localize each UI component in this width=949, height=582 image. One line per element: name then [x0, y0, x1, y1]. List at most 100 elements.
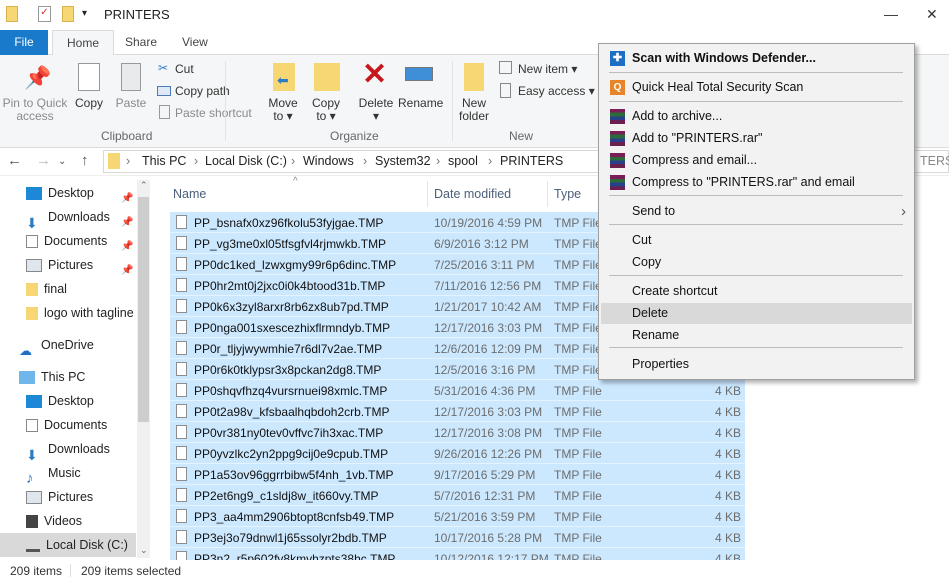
easy-access-icon — [500, 83, 511, 98]
file-row[interactable]: PP2et6ng9_c1sldj8w_it660vy.TMP 5/7/2016 … — [170, 485, 745, 506]
file-type: TMP File — [554, 216, 602, 230]
back-button[interactable]: ← — [7, 152, 22, 169]
menu-item-rename[interactable]: Rename — [601, 325, 912, 346]
breadcrumb-windows[interactable]: Windows — [303, 154, 354, 168]
menu-item-send-to[interactable]: Send to › — [601, 201, 912, 222]
menu-item-label: Compress to "PRINTERS.rar" and email — [632, 175, 855, 189]
paste-shortcut-button[interactable]: Paste shortcut — [175, 106, 252, 120]
breadcrumb-system32[interactable]: System32 — [375, 154, 431, 168]
file-row[interactable]: PP1a53ov96ggrrbibw5f4nh_1vb.TMP 9/17/201… — [170, 464, 745, 485]
file-name: PP0r_tljyjwywmhie7r6dl7v2ae.TMP — [194, 342, 383, 356]
file-row[interactable]: PP0yvzlkc2yn2ppg9cij0e9cpub.TMP 9/26/201… — [170, 443, 745, 464]
menu-item-scan-with-windows-defender[interactable]: ✚ Scan with Windows Defender... — [601, 48, 912, 69]
paste-button[interactable]: Paste — [114, 97, 148, 110]
copy-button[interactable]: Copy — [72, 97, 106, 110]
copy-to-button[interactable]: Copy to ▾ — [308, 97, 344, 123]
up-button[interactable]: ↑ — [81, 152, 89, 169]
desktop-icon — [26, 187, 42, 201]
sidebar-item-final[interactable]: final — [26, 277, 136, 301]
divider — [225, 61, 226, 141]
menu-item-create-shortcut[interactable]: Create shortcut — [601, 281, 912, 302]
close-button[interactable]: ✕ — [926, 6, 938, 23]
file-row[interactable]: PP0shqvfhzq4vursrnuei98xmlc.TMP 5/31/201… — [170, 380, 745, 401]
move-to-icon: ⬅ — [273, 63, 295, 91]
sidebar-item-pc-documents[interactable]: Documents — [26, 413, 136, 437]
file-row[interactable]: PP3n2_r5p602fv8kmvhzpts38hc.TMP 10/12/20… — [170, 548, 745, 560]
divider — [452, 61, 453, 141]
tab-home[interactable]: Home — [52, 30, 115, 56]
document-icon — [26, 419, 38, 433]
file-date: 7/11/2016 12:56 PM — [434, 279, 542, 293]
file-row[interactable]: PP0t2a98v_kfsbaalhqbdoh2crb.TMP 12/17/20… — [170, 401, 745, 422]
sidebar-item-documents[interactable]: Documents — [26, 229, 136, 253]
sidebar-item-local-disk[interactable]: Local Disk (C:) — [0, 533, 136, 557]
breadcrumb-this-pc[interactable]: This PC — [142, 154, 186, 168]
breadcrumb-spool[interactable]: spool — [448, 154, 478, 168]
tab-view[interactable]: View — [168, 30, 222, 55]
breadcrumb-local-disk[interactable]: Local Disk (C:) — [205, 154, 287, 168]
search-box[interactable]: TERS — [920, 154, 949, 168]
sidebar-item-downloads[interactable]: ⬇ Downloads — [26, 205, 136, 229]
sidebar-item-music[interactable]: ♪ Music — [26, 461, 136, 485]
navigation-pane: Desktop ⬇ Downloads Documents Pictures fi… — [0, 176, 152, 560]
menu-item-add-to-archive[interactable]: Add to archive... — [601, 106, 912, 127]
sidebar-item-pc-pictures[interactable]: Pictures — [26, 485, 136, 509]
file-icon — [176, 341, 187, 355]
easy-access-button[interactable]: Easy access ▾ — [518, 84, 595, 98]
forward-button[interactable]: → — [36, 152, 51, 169]
menu-item-delete[interactable]: Delete — [601, 303, 912, 324]
new-folder-button[interactable]: New folder — [454, 97, 494, 123]
clipboard-group-label: Clipboard — [101, 129, 153, 143]
scroll-down-icon[interactable]: ⌄ — [140, 545, 148, 556]
file-icon — [176, 236, 187, 250]
column-header-date[interactable]: Date modified — [434, 187, 511, 209]
sidebar-item-onedrive[interactable]: ☁ OneDrive — [19, 333, 94, 357]
file-date: 5/31/2016 4:36 PM — [434, 384, 536, 398]
scroll-up-icon[interactable]: ⌃ — [140, 180, 148, 191]
rename-button[interactable]: Rename — [398, 97, 443, 110]
file-type: TMP File — [554, 279, 602, 293]
menu-item-label: Send to — [632, 204, 676, 218]
sidebar-item-desktop[interactable]: Desktop — [26, 181, 136, 205]
new-folder-quick-icon[interactable] — [62, 6, 74, 22]
sidebar-item-pc-desktop[interactable]: Desktop — [26, 389, 136, 413]
sidebar-item-pc-downloads[interactable]: ⬇ Downloads — [26, 437, 136, 461]
minimize-button[interactable]: — — [884, 6, 898, 22]
menu-item-properties[interactable]: Properties — [601, 354, 912, 375]
menu-item-quick-heal-total-security-scan[interactable]: Q Quick Heal Total Security Scan — [601, 77, 912, 98]
sidebar-item-pictures[interactable]: Pictures — [26, 253, 136, 277]
move-to-button[interactable]: Move to ▾ — [265, 97, 301, 123]
column-header-type[interactable]: Type — [554, 187, 581, 209]
breadcrumb-printers[interactable]: PRINTERS — [500, 154, 563, 168]
quickheal-icon: Q — [610, 80, 625, 95]
sidebar-item-logo-with-tagline[interactable]: logo with tagline — [26, 301, 136, 325]
download-arrow-icon: ⬇ — [26, 447, 38, 461]
file-row[interactable]: PP3ej3o79dnwl1j65ssolyr2bdb.TMP 10/17/20… — [170, 527, 745, 548]
file-row[interactable]: PP3_aa4mm2906btopt8cnfsb49.TMP 5/21/2016… — [170, 506, 745, 527]
delete-button[interactable]: Delete ▾ — [356, 97, 396, 123]
menu-item-cut[interactable]: Cut — [601, 230, 912, 251]
sidebar-scrollbar-thumb[interactable] — [138, 197, 149, 422]
sidebar-item-videos[interactable]: Videos — [26, 509, 136, 533]
menu-item-compress-and-email[interactable]: Compress and email... — [601, 150, 912, 171]
pin-to-quick-access-button[interactable]: Pin to Quick access — [2, 97, 68, 123]
cut-button[interactable]: Cut — [175, 62, 194, 76]
menu-item-compress-to-printers-rar-and-email[interactable]: Compress to "PRINTERS.rar" and email — [601, 172, 912, 193]
properties-icon[interactable]: ✓ — [38, 6, 51, 22]
recent-locations-button[interactable]: ⌄ — [58, 156, 66, 167]
file-row[interactable]: PP0vr381ny0tev0vffvc7ih3xac.TMP 12/17/20… — [170, 422, 745, 443]
new-item-button[interactable]: New item ▾ — [518, 62, 577, 76]
sidebar-item-this-pc[interactable]: This PC — [19, 365, 85, 389]
menu-item-copy[interactable]: Copy — [601, 252, 912, 273]
tab-file[interactable]: File — [0, 30, 48, 55]
customize-quick-access-icon[interactable]: ▾ — [82, 8, 87, 19]
file-icon — [176, 551, 187, 560]
file-size: 4 KB — [714, 531, 741, 545]
winrar-icon — [610, 153, 625, 168]
file-name: PP0vr381ny0tev0vffvc7ih3xac.TMP — [194, 426, 384, 440]
menu-item-add-to-printers-rar[interactable]: Add to "PRINTERS.rar" — [601, 128, 912, 149]
copy-path-button[interactable]: Copy path — [175, 84, 230, 98]
column-header-name[interactable]: Name — [173, 187, 206, 209]
file-type: TMP File — [554, 510, 602, 524]
tab-share[interactable]: Share — [111, 30, 171, 55]
